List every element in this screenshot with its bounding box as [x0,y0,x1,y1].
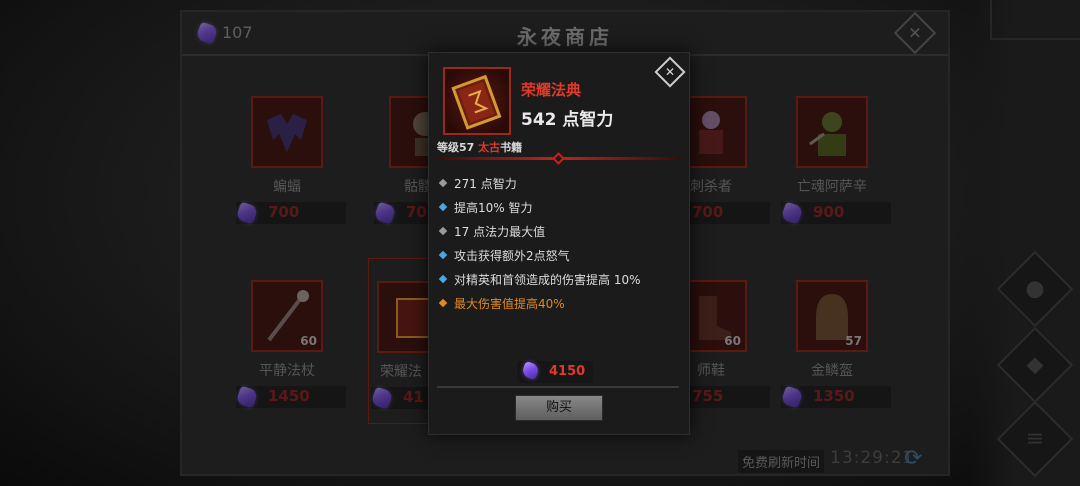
item-name: 荣耀法 [380,364,422,380]
shop-header: 107 永夜商店 ✕ [182,11,948,56]
shop-item-ghost-assassin[interactable]: 亡魂阿萨辛 900 [767,96,907,248]
item-name: 亡魂阿萨辛 [797,179,867,195]
item-name: 蝙蝠 [273,179,301,195]
shop-item-staff[interactable]: 60 平静法杖 1450 [222,280,362,432]
item-category: 书籍 [500,141,523,154]
gem-icon [235,385,259,409]
gem-icon [780,385,804,409]
item-level: 60 [724,334,741,348]
item-name: 荣耀法典 [521,81,582,99]
diamond-bullet-icon [438,298,448,308]
stat-line: 17 点法力最大值 [438,219,679,243]
item-meta: 等级57 太古书籍 [437,139,522,155]
close-icon: ✕ [908,23,922,43]
gem-icon [370,386,394,410]
refresh-timer: 13:29:21 [830,448,915,468]
item-detail-popup: 荣耀法典 542 点智力 ✕ 等级57 太古书籍 271 点智力 提高10% 智… [428,52,690,435]
hud-character-button[interactable]: ● [996,250,1074,328]
game-screen: ● ◆ ≡ 107 永夜商店 ✕ 蝙蝠 700 骷髅战 70 刺杀者 700 亡… [0,0,1080,486]
diamond-bullet-icon [438,250,448,260]
item-level: 57 [845,334,862,348]
item-name: 金鳞盔 [811,363,853,379]
stat-line: 对精英和首领造成的伤害提高 10% [438,267,679,291]
item-main-stat: 542 点智力 [521,110,614,130]
diamond-bullet-icon [438,226,448,236]
ghost-assassin-icon [809,112,846,156]
item-price: 41 [370,386,431,410]
item-price: 4150 [517,360,593,383]
diamond-bullet-icon [438,178,448,188]
item-frame: 57 [796,280,868,352]
gem-icon [780,201,804,225]
diamond-bullet-icon [438,274,448,284]
bat-icon [267,114,307,152]
item-price: 1350 [780,385,891,409]
item-level: 60 [300,334,317,348]
hud-potion-button[interactable]: ◆ [996,326,1074,404]
stat-line-legendary: 最大伤害值提高40% [438,291,679,315]
shop-title: 永夜商店 [517,25,613,49]
stat-line: 提高10% 智力 [438,195,679,219]
gem-icon [235,201,259,225]
close-icon: ✕ [664,65,676,79]
stat-line: 271 点智力 [438,171,679,195]
assassin-icon [699,111,723,154]
diamond-bullet-icon [438,202,448,212]
potion-icon: ◆ [1026,352,1044,378]
character-icon: ● [1025,276,1045,302]
item-level: 等级57 [437,141,475,154]
shop-item-bat[interactable]: 蝙蝠 700 [222,96,362,248]
hud-corner [990,0,1080,40]
item-price: 900 [780,201,891,225]
item-frame: 60 [251,280,323,352]
popup-close-button[interactable]: ✕ [654,56,686,88]
item-name: 平静法杖 [259,363,315,379]
stat-list: 271 点智力 提高10% 智力 17 点法力最大值 攻击获得额外2点怒气 对精… [438,171,679,315]
hud-menu-button[interactable]: ≡ [996,400,1074,478]
buy-button[interactable]: 购买 [515,395,603,421]
item-price: 700 [235,201,346,225]
gem-icon [373,201,397,225]
shop-item-helmet[interactable]: 57 金鳞盔 1350 [767,280,907,432]
item-price: 1450 [235,385,346,409]
gem-icon [520,360,541,381]
stat-line: 攻击获得额外2点怒气 [438,243,679,267]
item-rarity: 太古 [478,141,501,154]
tome-icon [451,74,502,130]
item-icon-frame [443,67,511,135]
refresh-label: 免费刷新时间 [738,450,825,473]
side-hud: ● ◆ ≡ [970,0,1080,486]
menu-icon: ≡ [1025,426,1045,452]
item-frame [796,96,868,168]
divider [437,386,679,388]
item-frame [251,96,323,168]
refresh-icon[interactable]: ⟳ [904,446,922,471]
divider-diamond-icon [552,152,565,165]
